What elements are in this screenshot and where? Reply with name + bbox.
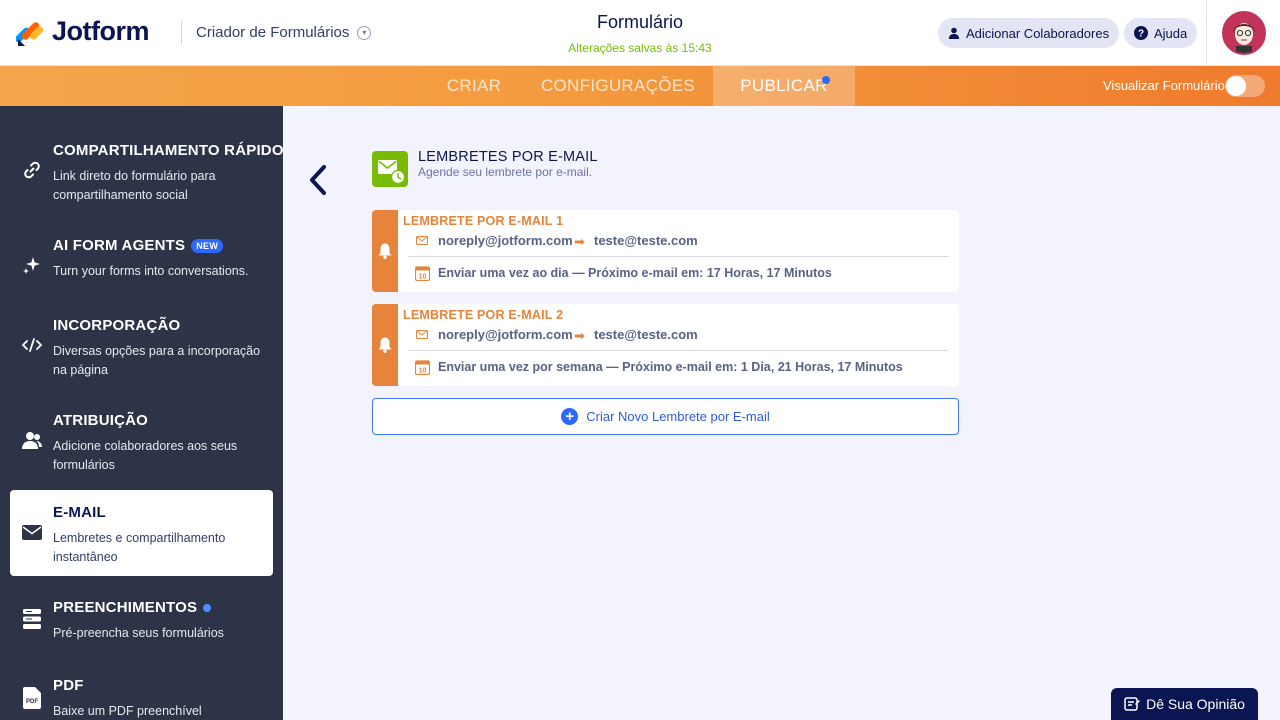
sparkle-icon <box>20 253 44 277</box>
reminder-title: LEMBRETE POR E-MAIL 1 <box>403 214 564 228</box>
sidebar-item-prefill[interactable]: PREENCHIMENTOS Pré-preencha seus formulá… <box>10 585 273 671</box>
feedback-button[interactable]: Dê Sua Opinião <box>1111 688 1258 720</box>
chevron-down-icon: ▾ <box>357 25 372 40</box>
jotform-logo-icon <box>16 21 44 46</box>
reminder-schedule: Enviar uma vez por semana — Próximo e-ma… <box>438 360 903 374</box>
sidebar-item-desc: Adicione colaboradores aos seus formulár… <box>53 439 238 472</box>
reminder-from: noreply@jotform.com <box>438 233 573 248</box>
sidebar-item-desc: Link direto do formulário para compartil… <box>53 169 216 202</box>
sidebar-item-desc: Diversas opções para a incorporação na p… <box>53 344 261 377</box>
builder-label: Criador de Formulários <box>196 24 350 41</box>
svg-text:10: 10 <box>419 274 427 281</box>
chevron-left-icon <box>310 165 326 195</box>
sidebar-item-ai-agents[interactable]: AI FORM AGENTS NEW Turn your forms into … <box>10 223 273 309</box>
sidebar-item-assign[interactable]: ATRIBUIÇÃO Adicione colaboradores aos se… <box>10 398 273 484</box>
sidebar-item-desc: Pré-preencha seus formulários <box>53 626 224 640</box>
notification-dot <box>203 603 212 612</box>
add-collaborators-label: Adicionar Colaboradores <box>966 25 1110 41</box>
sidebar-item-title: E-MAIL <box>53 504 106 521</box>
builder-nav: CRIAR CONFIGURAÇÕES PUBLICAR Visualizar … <box>0 66 1280 106</box>
header-divider <box>181 21 182 45</box>
help-icon: ? <box>1134 26 1148 40</box>
svg-text:PDF: PDF <box>26 699 38 705</box>
sidebar-item-title: AI FORM AGENTS NEW <box>53 237 224 254</box>
sidebar-item-title: PDF <box>53 677 84 694</box>
calendar-icon: 10 <box>415 360 430 375</box>
avatar-area <box>1206 0 1280 66</box>
plus-icon: + <box>561 408 579 425</box>
avatar[interactable] <box>1221 11 1266 55</box>
reminder-strip <box>372 304 398 386</box>
divider <box>408 350 949 351</box>
link-icon <box>20 158 44 182</box>
sidebar-item-title: PREENCHIMENTOS <box>53 599 212 616</box>
preview-form-toggle[interactable] <box>1225 75 1265 97</box>
users-icon <box>20 428 44 452</box>
bell-icon <box>378 337 392 353</box>
reminder-title: LEMBRETE POR E-MAIL 2 <box>403 308 564 322</box>
sidebar-item-email[interactable]: E-MAIL Lembretes e compartilhamento inst… <box>10 490 273 576</box>
calendar-icon: 10 <box>415 266 430 281</box>
bell-icon <box>378 243 392 259</box>
notification-dot <box>822 76 830 84</box>
feedback-label: Dê Sua Opinião <box>1146 696 1245 712</box>
add-collaborators-button[interactable]: Adicionar Colaboradores <box>938 18 1120 48</box>
preview-form-label: Visualizar Formulário <box>1103 78 1225 93</box>
sidebar-item-embed[interactable]: INCORPORAÇÃO Diversas opções para a inco… <box>10 303 273 389</box>
sidebar-item-title: INCORPORAÇÃO <box>53 317 181 334</box>
sidebar-item-title: ATRIBUIÇÃO <box>53 412 149 429</box>
tab-configuracoes[interactable]: CONFIGURAÇÕES <box>536 66 700 106</box>
sidebar-item-title-text: PREENCHIMENTOS <box>53 599 198 616</box>
arrow-right-icon: ➡ <box>574 234 585 249</box>
back-button[interactable] <box>304 164 332 196</box>
envelope-icon <box>20 520 44 544</box>
sidebar-item-quick-share[interactable]: COMPARTILHAMENTO RÁPIDO Link direto do f… <box>10 128 283 214</box>
sidebar-item-desc: Baixe um PDF preenchível <box>53 704 202 718</box>
reminder-from: noreply@jotform.com <box>438 327 573 342</box>
reminder-strip <box>372 210 398 292</box>
tab-publicar-label: PUBLICAR <box>740 76 828 95</box>
sidebar-item-pdf[interactable]: PDF PDF Baixe um PDF preenchível <box>10 663 273 720</box>
feedback-icon <box>1124 697 1140 711</box>
avatar-illustration-icon <box>1223 13 1264 53</box>
toggle-knob <box>1226 76 1246 96</box>
tab-publicar[interactable]: PUBLICAR <box>713 66 855 106</box>
svg-text:?: ? <box>1138 29 1144 40</box>
sidebar-item-desc: Lembretes e compartilhamento instantâneo <box>53 531 226 564</box>
section-title: LEMBRETES POR E-MAIL <box>418 149 598 165</box>
reminder-card[interactable]: LEMBRETE POR E-MAIL 1 noreply@jotform.co… <box>372 210 959 292</box>
help-button[interactable]: ? Ajuda <box>1124 18 1198 48</box>
sidebar-item-title-text: AI FORM AGENTS <box>53 237 186 254</box>
reminder-to: teste@teste.com <box>594 327 698 342</box>
section-subtitle: Agende seu lembrete por e-mail. <box>418 165 593 179</box>
tab-criar[interactable]: CRIAR <box>430 66 518 106</box>
prefill-icon <box>20 607 44 631</box>
jotform-logo[interactable]: Jotform <box>16 16 150 47</box>
email-reminder-icon <box>372 151 408 187</box>
sidebar-item-desc: Turn your forms into conversations. <box>53 264 249 278</box>
user-icon <box>948 27 960 39</box>
code-icon <box>20 333 44 357</box>
divider <box>408 256 949 257</box>
reminder-card[interactable]: LEMBRETE POR E-MAIL 2 noreply@jotform.co… <box>372 304 959 386</box>
sidebar-item-title: COMPARTILHAMENTO RÁPIDO <box>53 142 283 159</box>
logo-text: Jotform <box>52 16 150 46</box>
create-reminder-button[interactable]: + Criar Novo Lembrete por E-mail <box>372 398 959 435</box>
reminder-schedule: Enviar uma vez ao dia — Próximo e-mail e… <box>438 266 832 280</box>
publish-sidebar: COMPARTILHAMENTO RÁPIDO Link direto do f… <box>0 106 283 720</box>
top-header: Jotform Criador de Formulários ▾ Formulá… <box>0 0 1280 66</box>
mail-icon <box>416 236 428 245</box>
arrow-right-icon: ➡ <box>574 328 585 343</box>
help-label: Ajuda <box>1154 25 1188 41</box>
svg-text:10: 10 <box>419 368 427 375</box>
pdf-icon: PDF <box>20 686 44 710</box>
new-badge: NEW <box>191 238 224 253</box>
builder-selector[interactable]: Criador de Formulários ▾ <box>196 24 372 41</box>
reminder-to: teste@teste.com <box>594 233 698 248</box>
create-reminder-label: Criar Novo Lembrete por E-mail <box>586 409 770 424</box>
mail-icon <box>416 330 428 339</box>
